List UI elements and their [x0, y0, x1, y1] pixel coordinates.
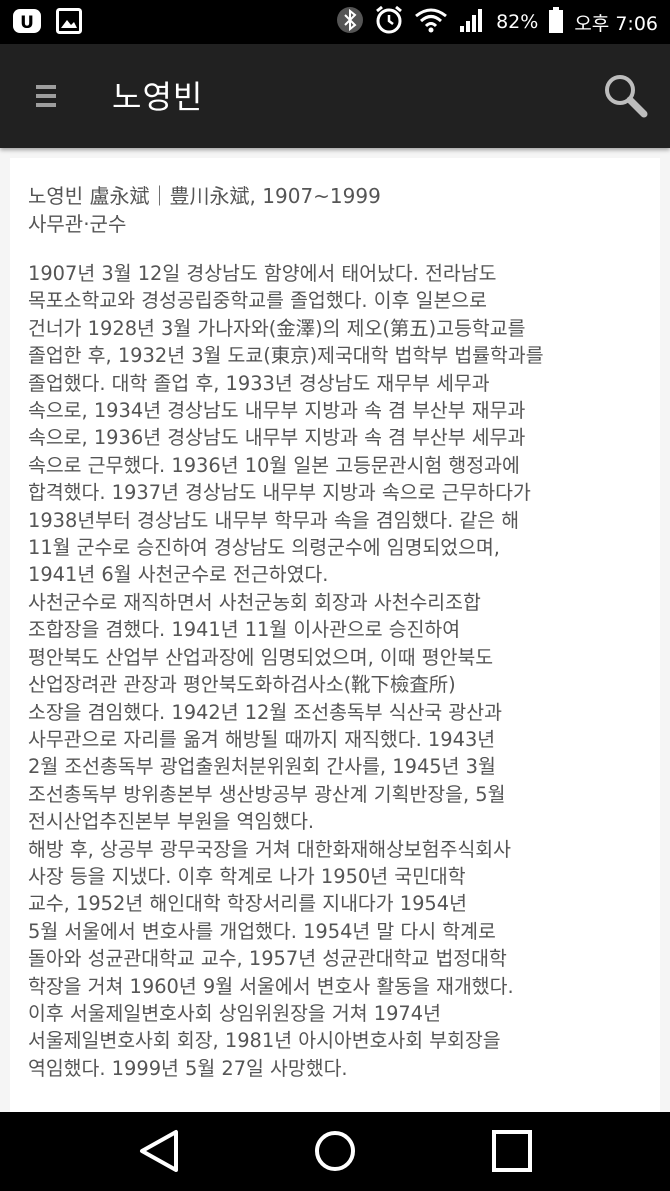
navigation-bar	[0, 1112, 670, 1191]
app-bar: 노영빈	[0, 44, 670, 148]
back-button[interactable]	[134, 1128, 184, 1174]
body-line: 전시산업추진본부 부원을 역임했다.	[28, 810, 315, 834]
body-line: 조합장을 겸했다. 1941년 11월 이사관으로 승진하여	[28, 618, 461, 642]
body-line: 2월 조선총독부 광업출원처분위원회 간사를, 1945년 3월	[28, 755, 496, 779]
body-line: 이후 서울제일변호사회 상임위원장을 거쳐 1974년	[28, 1001, 441, 1025]
body-line: 5월 서울에서 변호사를 개업했다. 1954년 말 다시 학계로	[28, 919, 496, 943]
body-line: 11월 군수로 승진하여 경상남도 의령군수에 임명되었으며,	[28, 536, 500, 560]
gallery-icon	[56, 8, 82, 38]
article-card: 노영빈 盧永斌｜豊川永斌, 1907~1999 사무관·군수 1907년 3월 …	[10, 158, 660, 1112]
body-line: 속으로, 1934년 경상남도 내무부 지방과 속 겸 부산부 재무과	[28, 399, 526, 423]
wifi-icon	[414, 6, 448, 38]
body-line: 1941년 6월 사천군수로 전근하였다.	[28, 563, 329, 587]
home-button[interactable]	[310, 1128, 360, 1174]
body-line: 합격했다. 1937년 경상남도 내무부 지방과 속으로 근무하다가	[28, 481, 531, 505]
body-line: 돌아와 성균관대학교 교수, 1957년 성균관대학교 법정대학	[28, 947, 507, 971]
alarm-icon	[374, 5, 404, 39]
u-plus-icon: U	[12, 7, 42, 39]
body-line: 속으로 근무했다. 1936년 10월 일본 고등문관시험 행정과에	[28, 453, 520, 477]
body-line: 산업장려관 관장과 평안북도화하검사소(靴下檢査所)	[28, 673, 456, 697]
body-line: 1907년 3월 12일 경상남도 함양에서 태어났다. 전라남도	[28, 262, 497, 285]
back-icon	[134, 1130, 184, 1178]
clock: 오후 7:06	[574, 12, 658, 35]
article-heading: 노영빈 盧永斌｜豊川永斌, 1907~1999	[28, 184, 381, 208]
body-line: 평안북도 산업부 산업과장에 임명되었으며, 이때 평안북도	[28, 645, 494, 669]
article-body: 1907년 3월 12일 경상남도 함양에서 태어났다. 전라남도 목포소학교와…	[28, 260, 648, 1082]
body-line: 사무관으로 자리를 옮겨 해방될 때까지 재직했다. 1943년	[28, 727, 496, 751]
bluetooth-icon	[336, 6, 364, 38]
status-bar: U 82% 오후 7:06	[0, 0, 670, 44]
body-line: 학장을 거쳐 1960년 9월 서울에서 변호사 활동을 재개했다.	[28, 974, 514, 998]
body-line: 1938년부터 경상남도 내무부 학무과 속을 겸임했다. 같은 해	[28, 508, 520, 532]
battery-percent: 82%	[496, 11, 539, 33]
body-line: 교수, 1952년 해인대학 학장서리를 지내다가 1954년	[28, 892, 467, 916]
body-line: 사장 등을 지냈다. 이후 학계로 나가 1950년 국민대학	[28, 864, 466, 888]
battery-icon	[548, 6, 564, 38]
search-button[interactable]	[602, 72, 650, 120]
page-title: 노영빈	[112, 78, 204, 116]
body-line: 사천군수로 재직하면서 사천군농회 회장과 사천수리조합	[28, 590, 481, 614]
body-line: 졸업한 후, 1932년 3월 도쿄(東京)제국대학 법학부 법률학과를	[28, 344, 544, 368]
menu-button[interactable]	[22, 74, 70, 118]
recents-button[interactable]	[487, 1128, 537, 1174]
body-line: 목포소학교와 경성공립중학교를 졸업했다. 이후 일본으로	[28, 289, 487, 313]
svg-text:U: U	[20, 13, 34, 33]
body-line: 소장을 겸임했다. 1942년 12월 조선총독부 식산국 광산과	[28, 700, 502, 724]
recents-icon	[487, 1130, 537, 1178]
body-line: 역임했다. 1999년 5월 27일 사망했다.	[28, 1056, 348, 1080]
article-subheading: 사무관·군수	[28, 212, 127, 236]
body-line: 건너가 1928년 3월 가나자와(金澤)의 제오(第五)고등학교를	[28, 316, 526, 340]
body-line: 해방 후, 상공부 광무국장을 거쳐 대한화재해상보험주식회사	[28, 837, 511, 861]
body-line: 조선총독부 방위총본부 생산방공부 광산계 기획반장을, 5월	[28, 782, 506, 806]
search-icon	[602, 75, 650, 124]
body-line: 속으로, 1936년 경상남도 내무부 지방과 속 겸 부산부 세무과	[28, 426, 526, 450]
home-icon	[310, 1131, 360, 1178]
menu-icon	[22, 85, 70, 122]
body-line: 졸업했다. 대학 졸업 후, 1933년 경상남도 재무부 세무과	[28, 371, 490, 395]
body-line: 서울제일변호사회 회장, 1981년 아시아변호사회 부회장을	[28, 1029, 501, 1053]
signal-icon	[458, 6, 486, 38]
